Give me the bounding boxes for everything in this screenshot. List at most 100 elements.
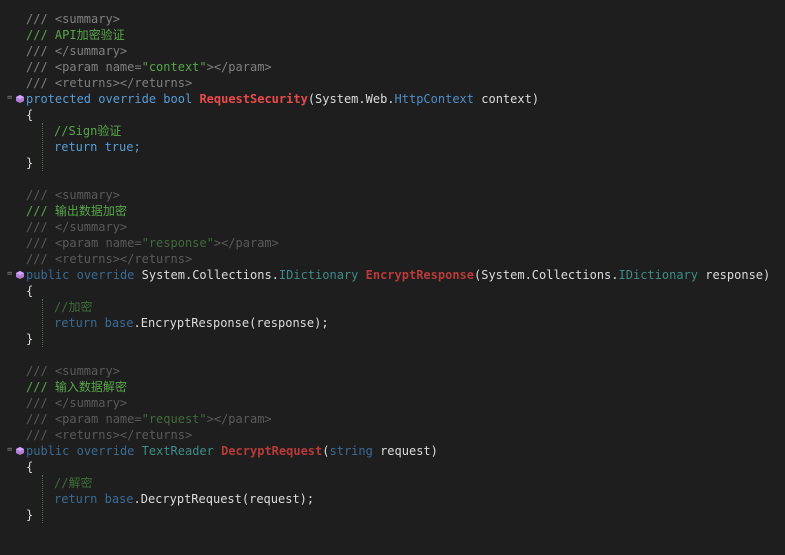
doc-comment: /// 输出数据加密 (26, 204, 127, 218)
brace-close: } (26, 332, 34, 346)
code-line: } (0, 155, 785, 171)
indent-guide (42, 475, 43, 523)
keyword: override (76, 444, 135, 458)
keyword: public (26, 268, 70, 282)
collapse-minus-icon[interactable]: = (7, 94, 12, 103)
code-line: //Sign验证 (0, 123, 785, 139)
keyword: override (76, 268, 135, 282)
indent-guide (42, 299, 43, 347)
doc-comment: /// </summary> (26, 396, 128, 410)
code-line: return base.DecryptRequest(request); (0, 491, 785, 507)
doc-comment: /// <returns></returns> (26, 252, 193, 266)
return-statement: return true; (54, 139, 141, 155)
code-line: { (0, 283, 785, 299)
doc-comment: /// <summary> (26, 188, 120, 202)
gutter: = (7, 443, 25, 459)
keyword: return (54, 492, 98, 506)
type-name: IDictionary (278, 268, 359, 282)
punctuation: ) (531, 92, 540, 106)
doc-param-name: "request" (141, 412, 207, 426)
type-name: IDictionary (618, 268, 698, 282)
doc-param-suffix: ></param> (206, 412, 272, 426)
method-cube-icon (16, 271, 24, 279)
doc-param-suffix: ></param> (206, 60, 272, 74)
brace-open: { (26, 284, 34, 298)
method-call: .EncryptResponse(response); (133, 316, 329, 330)
doc-comment: /// <param name="request"></param> (26, 411, 272, 427)
return-statement: return base.EncryptResponse(response); (54, 315, 329, 331)
type-name: TextReader (141, 444, 214, 458)
param-name: request (372, 444, 431, 458)
method-name: EncryptResponse (365, 268, 474, 282)
gutter: = (7, 267, 25, 283)
method-signature[interactable]: protected override bool RequestSecurity(… (26, 91, 539, 107)
method-signature-line: = protected override bool RequestSecurit… (0, 91, 785, 107)
keyword: bool (163, 92, 193, 106)
code-line: /// <summary> (0, 11, 785, 27)
method-signature[interactable]: public override System.Collections.IDict… (26, 267, 770, 283)
code-line: { (0, 459, 785, 475)
doc-comment: /// </summary> (26, 44, 128, 58)
code-line: /// </summary> (0, 43, 785, 59)
method-call: .DecryptRequest(request); (133, 492, 315, 506)
keyword: public (26, 444, 70, 458)
method-cube-icon (16, 447, 24, 455)
brace-open: { (26, 460, 34, 474)
doc-comment: /// <returns></returns> (26, 428, 193, 442)
doc-comment: /// <param name="context"></param> (26, 59, 272, 75)
code-line: /// <returns></returns> (0, 427, 785, 443)
keyword: return (54, 316, 98, 330)
literal: true; (97, 140, 141, 154)
code-line: /// <returns></returns> (0, 251, 785, 267)
code-line: { (0, 107, 785, 123)
code-line: /// <summary> (0, 187, 785, 203)
code-line: return true; (0, 139, 785, 155)
method-name: DecryptRequest (221, 444, 323, 458)
code-line: /// 输入数据解密 (0, 379, 785, 395)
doc-comment: /// <summary> (26, 12, 120, 26)
code-line: /// <param name="request"></param> (0, 411, 785, 427)
doc-comment: /// <returns></returns> (26, 76, 193, 90)
code-line: //解密 (0, 475, 785, 491)
keyword: string (329, 444, 373, 458)
collapse-minus-icon[interactable]: = (7, 270, 12, 279)
type-name: HttpContext (394, 92, 475, 106)
method-signature[interactable]: public override TextReader DecryptReques… (26, 443, 438, 459)
doc-comment: /// <summary> (26, 364, 120, 378)
indent-guide (42, 123, 43, 171)
doc-comment: /// </summary> (26, 220, 128, 234)
punctuation: ) (430, 444, 438, 458)
keyword: return (54, 140, 98, 154)
keyword: protected (26, 92, 92, 106)
brace-close: } (26, 156, 34, 170)
punctuation: ( (322, 444, 330, 458)
code-line: /// </summary> (0, 219, 785, 235)
keyword: base (104, 316, 134, 330)
doc-param-suffix: ></param> (213, 236, 279, 250)
collapse-minus-icon[interactable]: = (7, 446, 12, 455)
punctuation: ) (763, 268, 771, 282)
code-comment: //加密 (54, 300, 93, 314)
code-line: return base.EncryptResponse(response); (0, 315, 785, 331)
keyword: override (98, 92, 157, 106)
punctuation: ( (307, 92, 316, 106)
code-line: /// 输出数据加密 (0, 203, 785, 219)
doc-param-prefix: /// <param name= (26, 60, 142, 74)
code-line: /// <param name="context"></param> (0, 59, 785, 75)
code-editor[interactable]: /// <summary> /// API加密验证 /// </summary>… (0, 11, 785, 523)
method-signature-line: = public override TextReader DecryptRequ… (0, 443, 785, 459)
code-line: /// <param name="response"></param> (0, 235, 785, 251)
code-line: //加密 (0, 299, 785, 315)
code-comment: //解密 (54, 476, 93, 490)
gutter: = (7, 91, 25, 107)
code-line: /// API加密验证 (0, 27, 785, 43)
method-name: RequestSecurity (199, 92, 308, 106)
code-comment: //Sign验证 (54, 124, 122, 138)
keyword: base (104, 492, 134, 506)
param-name: response (698, 268, 764, 282)
doc-param-prefix: /// <param name= (26, 236, 142, 250)
code-line: /// <summary> (0, 363, 785, 379)
doc-comment: /// <param name="response"></param> (26, 235, 279, 251)
method-cube-icon (16, 95, 24, 103)
